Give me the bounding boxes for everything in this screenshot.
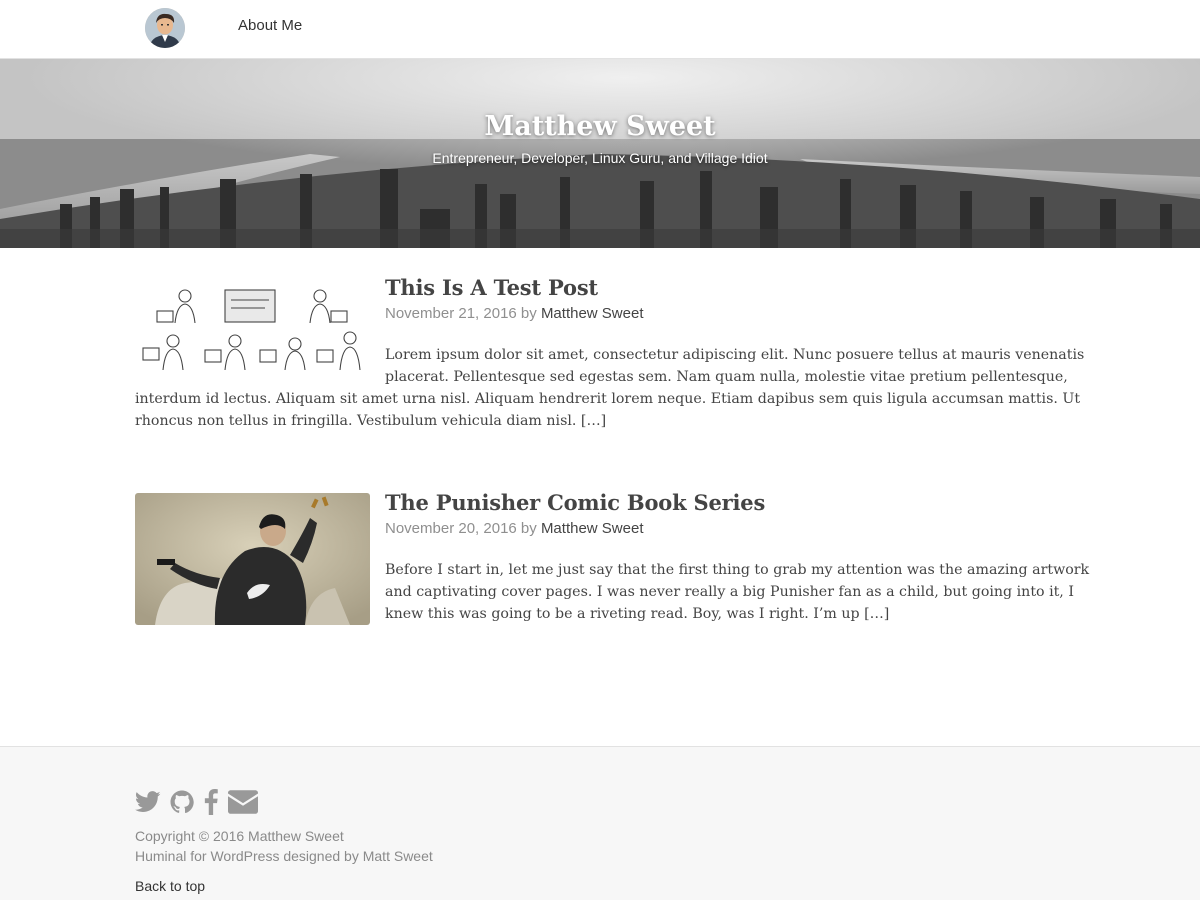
email-icon[interactable] xyxy=(228,790,258,819)
hero-banner: Matthew Sweet Entrepreneur, Developer, L… xyxy=(0,59,1200,248)
copyright-text: Copyright © 2016 Matthew Sweet xyxy=(135,828,344,844)
excerpt-line: interdum id lectus. Aliquam sit amet urn… xyxy=(135,391,1081,407)
post-excerpt: Lorem ipsum dolor sit amet, consectetur … xyxy=(135,344,1085,432)
excerpt-line: knew this was going to be a riveting rea… xyxy=(135,603,1065,625)
nav-link-about[interactable]: About Me xyxy=(238,17,302,34)
social-links xyxy=(134,789,258,820)
post-author[interactable]: Matthew Sweet xyxy=(541,520,644,537)
back-to-top-link[interactable]: Back to top xyxy=(135,878,205,894)
twitter-icon[interactable] xyxy=(134,791,161,818)
post-by: by xyxy=(520,305,537,322)
site-tagline: Entrepreneur, Developer, Linux Guru, and… xyxy=(432,150,768,166)
post-title[interactable]: This Is A Test Post xyxy=(385,275,598,300)
excerpt-line: rhoncus non tellus in fringilla. Vestibu… xyxy=(135,410,1065,432)
post-title[interactable]: The Punisher Comic Book Series xyxy=(385,490,765,515)
top-navigation: About Me xyxy=(0,0,1200,59)
read-more-link[interactable]: […] xyxy=(581,413,606,429)
avatar-image xyxy=(145,8,185,48)
facebook-icon[interactable] xyxy=(203,789,219,820)
avatar[interactable] xyxy=(145,8,185,48)
excerpt-line: Lorem ipsum dolor sit amet, consectetur … xyxy=(385,347,1085,363)
post-author[interactable]: Matthew Sweet xyxy=(541,305,644,322)
excerpt-line: Before I start in, let me just say that … xyxy=(385,562,1090,578)
post-meta: November 20, 2016 by Matthew Sweet xyxy=(385,520,643,537)
post-by: by xyxy=(520,520,537,537)
excerpt-line: and captivating cover pages. I was never… xyxy=(385,584,1074,600)
post-item: This Is A Test Post November 21, 2016 by… xyxy=(135,275,1085,435)
excerpt-line: placerat. Pellentesque sed egestas sem. … xyxy=(385,369,1068,385)
post-item: The Punisher Comic Book Series November … xyxy=(135,490,1090,630)
site-title[interactable]: Matthew Sweet xyxy=(0,111,1200,142)
excerpt-text: knew this was going to be a riveting rea… xyxy=(385,606,860,622)
excerpt-text: rhoncus non tellus in fringilla. Vestibu… xyxy=(135,413,577,429)
github-icon[interactable] xyxy=(170,790,194,819)
site-footer: Copyright © 2016 Matthew Sweet Huminal f… xyxy=(0,746,1200,900)
post-meta: November 21, 2016 by Matthew Sweet xyxy=(385,305,643,322)
post-excerpt: Before I start in, let me just say that … xyxy=(135,559,1090,625)
theme-credit-text: Huminal for WordPress designed by Matt S… xyxy=(135,848,433,864)
post-date[interactable]: November 20, 2016 xyxy=(385,520,517,537)
read-more-link[interactable]: […] xyxy=(864,606,889,622)
post-date[interactable]: November 21, 2016 xyxy=(385,305,517,322)
